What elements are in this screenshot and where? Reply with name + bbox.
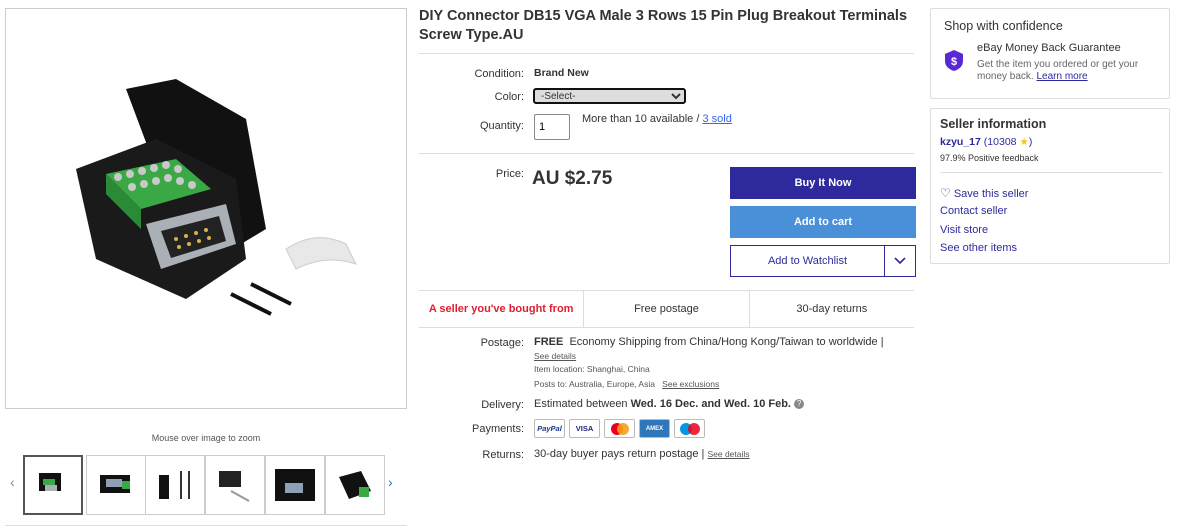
delivery-prefix: Estimated between — [534, 398, 628, 410]
divider — [419, 53, 914, 54]
condition-label: Condition: — [474, 68, 524, 80]
save-seller-link[interactable]: ♡ Save this seller — [940, 186, 1028, 200]
heart-icon: ♡ — [940, 186, 951, 200]
thumbnail-image — [275, 469, 315, 501]
buy-now-button[interactable]: Buy It Now — [730, 167, 916, 199]
shop-with-confidence-panel: Shop with confidence $ eBay Money Back G… — [930, 8, 1170, 99]
badge-free-postage: Free postage — [583, 291, 748, 327]
chevron-down-icon — [894, 257, 906, 265]
sold-link[interactable]: 3 sold — [702, 113, 731, 125]
see-exclusions-link[interactable]: See exclusions — [662, 379, 719, 389]
price-label: Price: — [495, 168, 524, 180]
panel-title: Shop with confidence — [944, 19, 1063, 33]
payments-label: Payments: — [472, 423, 524, 435]
save-seller-label: Save this seller — [953, 188, 1029, 200]
returns-label: Returns: — [482, 449, 524, 461]
zoom-hint: Mouse over image to zoom — [151, 433, 261, 443]
quantity-label: Quantity: — [479, 120, 524, 132]
thumbnail-strip: ‹ › — [5, 450, 407, 526]
availability-text: More than 10 available / — [582, 113, 700, 125]
badge-returns: 30-day returns — [748, 291, 914, 327]
add-to-cart-button[interactable]: Add to cart — [730, 206, 916, 238]
price-value: AU $2.75 — [532, 168, 613, 189]
thumbnail-1[interactable] — [23, 455, 83, 515]
feedback-score-link[interactable]: 10308 — [987, 136, 1016, 148]
svg-text:$: $ — [951, 56, 957, 68]
contact-seller-link[interactable]: Contact seller — [940, 205, 1007, 217]
thumbnail-image — [219, 471, 250, 502]
see-other-items-link[interactable]: See other items — [940, 242, 1017, 254]
thumbnail-5[interactable] — [265, 455, 325, 515]
chevron-right-icon[interactable]: › — [388, 474, 393, 490]
seller-information-panel: Seller information kzyu_17 (10308 ★) 97.… — [930, 108, 1170, 264]
color-select[interactable]: -Select- — [533, 88, 686, 104]
maestro-icon — [674, 419, 705, 438]
seller-name-row: kzyu_17 (10308 ★) — [940, 136, 1032, 148]
postage-free: FREE — [534, 336, 564, 348]
watchlist-dropdown-button[interactable] — [884, 245, 916, 277]
thumbnail-4[interactable] — [205, 455, 265, 515]
listing-title: DIY Connector DB15 VGA Male 3 Rows 15 Pi… — [419, 8, 908, 43]
posts-to-text: Posts to: Australia, Europe, Asia — [534, 379, 655, 389]
delivery-dates: Wed. 16 Dec. and Wed. 10 Feb. — [630, 398, 791, 410]
money-back-title: eBay Money Back Guarantee — [977, 42, 1121, 54]
payment-icons: PayPal VISA AMEX — [534, 419, 705, 438]
availability: More than 10 available / 3 sold — [582, 113, 732, 125]
thumbnail-image — [39, 473, 61, 491]
thumbnail-3[interactable] — [145, 455, 205, 515]
divider — [940, 172, 1162, 173]
paypal-icon: PayPal — [534, 419, 565, 438]
thumbnail-image — [339, 471, 371, 499]
quantity-input[interactable] — [534, 114, 570, 140]
delivery-label: Delivery: — [481, 399, 524, 411]
seller-name-link[interactable]: kzyu_17 — [940, 136, 981, 148]
product-photo — [76, 78, 357, 316]
add-to-watchlist-button[interactable]: Add to Watchlist — [730, 245, 885, 277]
info-icon[interactable]: ? — [794, 399, 805, 410]
badge-seller-bought: A seller you've bought from — [428, 303, 574, 315]
condition-value: Brand New — [534, 67, 589, 79]
postage-description: Economy Shipping from China/Hong Kong/Ta… — [569, 336, 884, 348]
returns-info: 30-day buyer pays return postage | See d… — [534, 448, 750, 460]
divider — [419, 153, 914, 154]
mastercard-icon — [604, 419, 635, 438]
star-icon: ★ — [1019, 136, 1029, 148]
postage-label: Postage: — [480, 337, 524, 349]
color-label: Color: — [494, 91, 524, 103]
trust-badges: A seller you've bought from Free postage… — [419, 290, 914, 328]
money-back-subtitle: Get the item you ordered or get your mon… — [977, 59, 1167, 83]
postage-info: FREE Economy Shipping from China/Hong Ko… — [534, 336, 884, 348]
returns-description: 30-day buyer pays return postage | — [534, 448, 705, 460]
learn-more-link[interactable]: Learn more — [1036, 71, 1087, 82]
chevron-left-icon[interactable]: ‹ — [10, 474, 15, 490]
item-location: Item location: Shanghai, China — [534, 364, 650, 374]
posts-to: Posts to: Australia, Europe, Asia See ex… — [534, 379, 719, 389]
thumbnail-2[interactable] — [86, 455, 146, 515]
positive-feedback: 97.9% Positive feedback — [940, 153, 1039, 163]
returns-see-details[interactable]: See details — [707, 449, 749, 459]
thumbnail-image — [100, 475, 130, 493]
visit-store-link[interactable]: Visit store — [940, 224, 988, 236]
postage-see-details[interactable]: See details — [534, 351, 576, 361]
main-product-image[interactable] — [5, 8, 407, 409]
seller-panel-title: Seller information — [940, 117, 1047, 131]
score-close: ) — [1028, 136, 1033, 148]
visa-icon: VISA — [569, 419, 600, 438]
thumbnail-image — [159, 471, 190, 499]
delivery-info: Estimated between Wed. 16 Dec. and Wed. … — [534, 398, 805, 410]
shield-icon: $ — [945, 50, 963, 71]
amex-icon: AMEX — [639, 419, 670, 438]
thumbnail-6[interactable] — [325, 455, 385, 515]
